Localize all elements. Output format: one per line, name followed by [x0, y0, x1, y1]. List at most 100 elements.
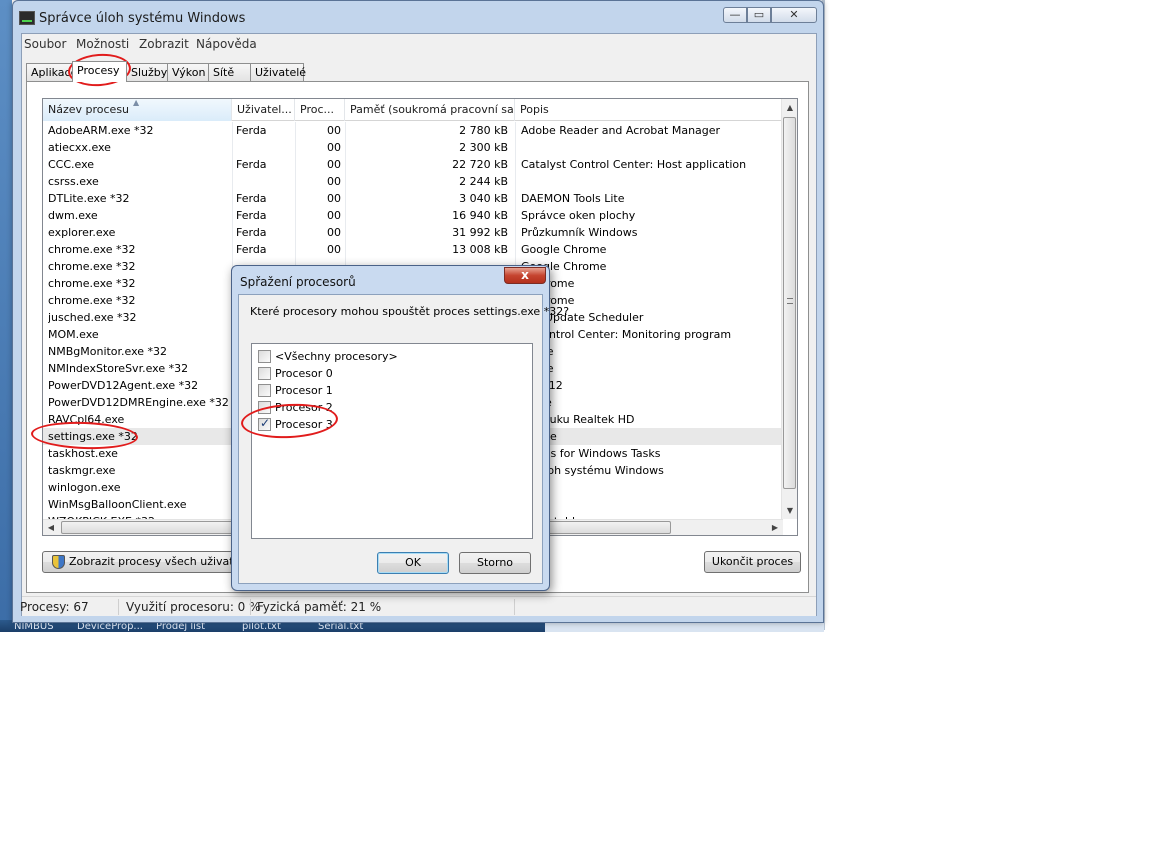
processor-label: <Všechny procesory>	[275, 350, 398, 363]
checkbox-icon[interactable]	[258, 367, 271, 380]
status-memory: Fyzická paměť: 21 %	[257, 600, 382, 614]
process-name-cell: NMBgMonitor.exe *32	[48, 345, 168, 358]
process-name-cell: taskmgr.exe	[48, 464, 116, 477]
tab-uzivatele[interactable]: Uživatelé	[250, 63, 306, 81]
description-cell: ngine	[521, 396, 783, 409]
column-header-memory[interactable]: Paměť (soukromá pracovní sada)	[345, 99, 515, 121]
tab-vykon[interactable]: Výkon	[167, 63, 209, 81]
process-name-cell: atiecxx.exe	[48, 141, 111, 154]
minimize-button[interactable]: —	[723, 7, 747, 23]
memory-cell: 2 300 kB	[459, 141, 508, 154]
cpu-cell: 00	[327, 226, 341, 239]
memory-cell: 2 780 kB	[459, 124, 508, 137]
tab-procesy[interactable]: Procesy	[72, 61, 127, 82]
cpu-cell: 00	[327, 141, 341, 154]
scroll-right-icon[interactable]: ▶	[767, 520, 783, 535]
tab-aplikace[interactable]: Aplikace	[26, 63, 73, 81]
description-cell: ce úloh systému Windows	[521, 464, 664, 477]
table-row[interactable]: explorer.exe Ferda 00 31 992 kB Průzkumník W…	[43, 224, 783, 241]
title-bar[interactable]: Správce úloh systému Windows — ▭ ✕	[13, 1, 823, 33]
description-cell: gs.exe	[521, 430, 783, 443]
memory-cell: 16 940 kB	[452, 209, 508, 222]
table-row[interactable]: csrss.exe 00 2 244 kB	[43, 173, 783, 190]
table-row[interactable]: dwm.exe Ferda 00 16 940 kB Správce oken ploc…	[43, 207, 783, 224]
table-row[interactable]: AdobeARM.exe *32 Ferda 00 2 780 kB Adobe Rea…	[43, 122, 783, 139]
scroll-down-icon[interactable]: ▼	[782, 502, 797, 519]
user-cell: Ferda	[236, 226, 267, 239]
close-button[interactable]: ✕	[771, 7, 817, 23]
tab-site[interactable]: Sítě	[208, 63, 251, 81]
tab-sluzby[interactable]: Služby	[126, 63, 168, 81]
memory-cell: 3 040 kB	[459, 192, 508, 205]
user-cell: Ferda	[236, 124, 267, 137]
checkbox-icon[interactable]	[258, 384, 271, 397]
maximize-button[interactable]: ▭	[747, 7, 771, 23]
table-row[interactable]: atiecxx.exe 00 2 300 kB	[43, 139, 783, 156]
desktop-background	[0, 0, 12, 630]
column-header-label: Název procesu	[48, 103, 130, 116]
table-row[interactable]: chrome.exe *32 Ferda 00 13 008 kB Google Chr…	[43, 241, 783, 258]
processor-label: Procesor 1	[275, 384, 333, 397]
column-header-description[interactable]: Popis	[515, 99, 783, 121]
user-cell: Ferda	[236, 243, 267, 256]
status-divider	[514, 599, 515, 615]
cpu-cell: 00	[327, 124, 341, 137]
status-divider	[250, 599, 251, 615]
description-cell: Adobe Reader and Acrobat Manager	[521, 124, 721, 137]
status-processes: Procesy: 67	[20, 600, 89, 614]
column-header-name[interactable]: ▲ Název procesu	[43, 99, 232, 121]
table-row[interactable]: DTLite.exe *32 Ferda 00 3 040 kB DAEMON Tool…	[43, 190, 783, 207]
process-name-cell: jusched.exe *32	[48, 311, 137, 324]
description-cell: DAEMON Tools Lite	[521, 192, 625, 205]
description-cell: rocess for Windows Tasks	[521, 447, 661, 460]
menu-moznosti[interactable]: Možnosti	[76, 37, 129, 51]
status-divider	[118, 599, 119, 615]
scroll-left-icon[interactable]: ◀	[43, 520, 59, 535]
process-name-cell: chrome.exe *32	[48, 260, 136, 273]
vertical-scrollbar[interactable]: ▲ ▼	[781, 99, 797, 519]
dialog-title: Spřažení procesorů	[240, 275, 356, 289]
process-name-cell: chrome.exe *32	[48, 243, 136, 256]
dialog-question: Které procesory mohou spouštět proces se…	[250, 305, 570, 318]
process-name-cell: MOM.exe	[48, 328, 99, 341]
column-header-cpu[interactable]: Proc...	[295, 99, 345, 121]
process-name-cell: CCC.exe	[48, 158, 95, 171]
memory-cell: 13 008 kB	[452, 243, 508, 256]
menu-zobrazit[interactable]: Zobrazit	[139, 37, 189, 51]
process-name-cell: chrome.exe *32	[48, 294, 136, 307]
task-manager-icon	[19, 11, 35, 25]
status-cpu: Využití procesoru: 0 %	[126, 600, 261, 614]
process-name-cell: AdobeARM.exe *32	[48, 124, 154, 137]
description-cell: Home	[521, 345, 783, 358]
uac-shield-icon	[52, 555, 65, 569]
dialog-close-button[interactable]: x	[504, 267, 546, 284]
memory-cell: 22 720 kB	[452, 158, 508, 171]
processor-label: Procesor 0	[275, 367, 333, 380]
description-cell: Průzkumník Windows	[521, 226, 638, 239]
user-cell: Ferda	[236, 192, 267, 205]
description-cell: Home	[521, 362, 783, 375]
scroll-thumb[interactable]	[783, 117, 796, 489]
description-cell: Google Chrome	[521, 243, 607, 256]
user-cell: Ferda	[236, 158, 267, 171]
description-cell: e Chrome	[521, 277, 575, 290]
cpu-cell: 00	[327, 192, 341, 205]
column-header-user[interactable]: Uživatel...	[232, 99, 295, 121]
description-cell: st Control Center: Monitoring program	[521, 328, 732, 341]
status-bar: Procesy: 67 Využití procesoru: 0 % Fyzic…	[20, 596, 816, 616]
checkbox-icon[interactable]	[258, 350, 271, 363]
process-name-cell: chrome.exe *32	[48, 277, 136, 290]
show-all-users-button[interactable]: Zobrazit procesy všech uživatelů	[42, 551, 238, 573]
menu-soubor[interactable]: Soubor	[24, 37, 66, 51]
process-name-cell: csrss.exe	[48, 175, 99, 188]
ok-button[interactable]: OK	[377, 552, 449, 574]
end-process-button[interactable]: Ukončit proces	[704, 551, 801, 573]
cpu-cell: 00	[327, 158, 341, 171]
menu-napoveda[interactable]: Nápověda	[196, 37, 257, 51]
scroll-up-icon[interactable]: ▲	[782, 99, 797, 116]
cancel-button[interactable]: Storno	[459, 552, 531, 574]
description-cell: ce zvuku Realtek HD	[521, 413, 635, 426]
show-all-users-label: Zobrazit procesy všech uživatelů	[69, 555, 238, 568]
table-row[interactable]: CCC.exe Ferda 00 22 720 kB Catalyst Control …	[43, 156, 783, 173]
description-cell: DVD 12	[521, 379, 563, 392]
